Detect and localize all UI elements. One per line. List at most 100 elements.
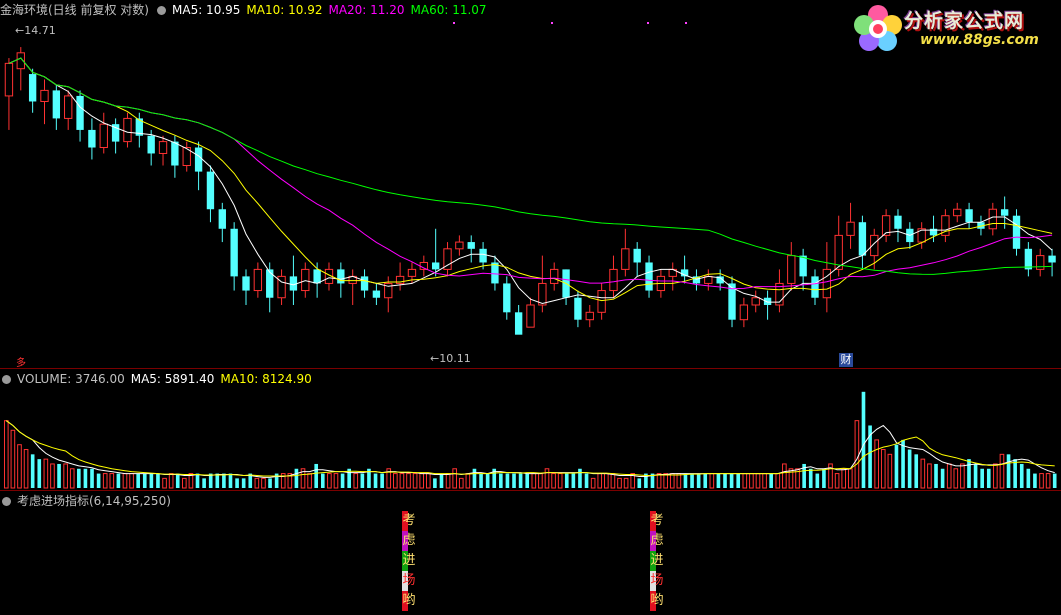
volume-bar <box>854 420 860 489</box>
candle <box>337 269 345 284</box>
volume-bar <box>907 449 912 488</box>
volume-bar <box>90 468 94 488</box>
volume-bar <box>822 468 826 488</box>
volume-bar <box>920 458 926 489</box>
candle <box>301 268 310 292</box>
settings-circle-icon[interactable] <box>157 6 166 15</box>
volume-bar <box>590 477 596 489</box>
volume-bar <box>445 473 451 489</box>
signal-dot <box>453 22 455 24</box>
signal-char: 虑 <box>650 531 664 551</box>
signal-char: 哟 <box>650 591 664 611</box>
volume-bar <box>320 473 325 488</box>
volume-bar <box>690 473 694 488</box>
ma60-label: MA60: 11.07 <box>410 3 487 17</box>
volume-bar <box>544 468 550 489</box>
volume-bar <box>914 454 919 488</box>
indicator-label: 考虑进场指标(6,14,95,250) <box>17 494 171 508</box>
signal-char: 哟 <box>402 591 416 611</box>
volume-bar <box>1052 473 1057 488</box>
volume-bar <box>564 473 569 488</box>
volume-settings-circle-icon[interactable] <box>2 375 11 384</box>
volume-bar <box>406 473 411 489</box>
candle <box>1000 209 1009 216</box>
volume-bar <box>116 473 121 488</box>
candle <box>965 209 973 223</box>
candle <box>4 62 14 97</box>
volume-bar <box>531 473 537 489</box>
volume-bar <box>512 473 516 488</box>
volume-bar <box>3 420 9 489</box>
volume-bar <box>452 468 457 489</box>
volume-bar <box>525 473 530 488</box>
candle <box>633 248 641 263</box>
volume-ma10-label: MA10: 8124.90 <box>220 372 312 386</box>
volume-bar <box>499 473 503 488</box>
volume-bar <box>419 473 425 489</box>
volume-bar <box>723 473 727 488</box>
volume-bar <box>57 463 61 488</box>
signal-dot <box>647 22 649 24</box>
volume-bar <box>195 473 200 488</box>
volume-bar <box>241 478 246 488</box>
candle <box>953 208 962 217</box>
candle <box>988 208 997 230</box>
volume-bar <box>425 473 431 489</box>
candle <box>503 283 511 313</box>
volume-bar <box>50 463 55 489</box>
candle <box>739 304 749 321</box>
volume-bar <box>696 473 701 488</box>
volume-bar <box>109 473 115 489</box>
low-price-label: ←10.11 <box>430 352 471 365</box>
volume-bar <box>129 473 134 489</box>
volume-bar <box>1013 459 1017 488</box>
volume-bar <box>261 477 266 489</box>
indicator-pane[interactable]: 考虑进场指标(6,14,95,250) 考虑进场哟 考虑进场哟 <box>0 491 1061 615</box>
price-chart-pane[interactable]: 金海环境(日线 前复权 对数) MA5: 10.95 MA10: 10.92 MA20… <box>0 0 1061 369</box>
volume-bar <box>769 473 773 488</box>
stock-title: 金海环境(日线 前复权 对数) <box>0 3 149 17</box>
ma60-line <box>8 57 1053 275</box>
volume-bar <box>69 468 75 489</box>
volume-bar <box>967 459 971 488</box>
ma5-line <box>8 57 1053 305</box>
volume-bar <box>953 468 959 489</box>
volume-bar <box>102 473 108 489</box>
candle <box>218 209 226 229</box>
volume-bar <box>235 478 239 488</box>
signal-char: 虑 <box>402 531 416 551</box>
finance-event-tag[interactable]: 财 <box>839 353 853 367</box>
volume-bar <box>782 463 787 489</box>
candle <box>1036 255 1045 270</box>
volume-pane[interactable]: VOLUME: 3746.00 MA5: 5891.40 MA10: 8124.90 <box>0 369 1061 489</box>
volume-bar <box>1026 468 1031 488</box>
volume-bar <box>623 477 629 489</box>
signal-char: 考 <box>650 511 664 531</box>
volume-bar <box>663 473 668 489</box>
volume-label: VOLUME: 3746.00 <box>17 372 125 386</box>
candle <box>64 95 73 119</box>
candle <box>242 276 250 291</box>
volume-bar <box>1006 454 1011 488</box>
volume-bar <box>479 473 483 488</box>
volume-bar <box>940 468 945 488</box>
candle <box>479 248 487 263</box>
volume-bar <box>703 473 708 488</box>
indicator-settings-circle-icon[interactable] <box>2 497 11 506</box>
volume-bar <box>986 468 991 488</box>
volume-bar <box>861 391 866 488</box>
volume-bar <box>294 468 299 488</box>
high-price-label: ←14.71 <box>15 24 56 37</box>
volume-bar <box>162 477 167 489</box>
volume-bar <box>122 473 128 489</box>
candle <box>407 268 417 277</box>
volume-bar <box>43 458 49 489</box>
signal-dot <box>551 22 553 24</box>
volume-bar <box>656 473 662 489</box>
left-event-tag[interactable]: 多 <box>16 354 26 369</box>
volume-bar <box>716 473 721 488</box>
site-logo[interactable]: 分析家公式网 www.88gs.com <box>850 0 1055 58</box>
volume-bar <box>578 468 582 488</box>
candle <box>253 268 263 292</box>
volume-bar <box>993 463 998 489</box>
